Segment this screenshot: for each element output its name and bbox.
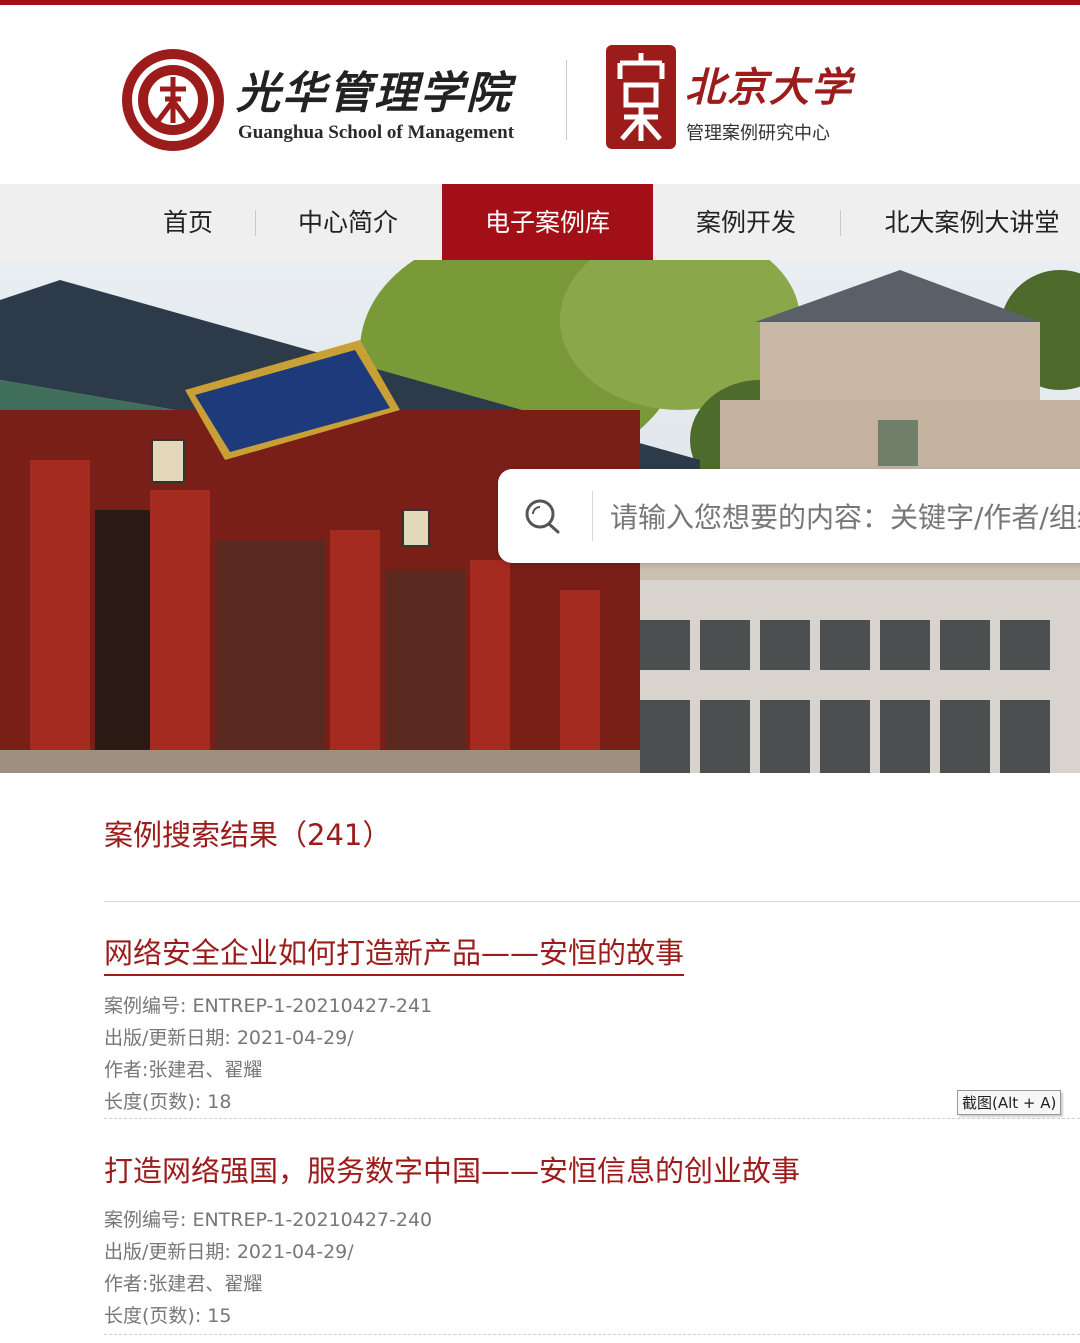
search-divider bbox=[592, 491, 593, 541]
result-title-link[interactable]: 打造网络强国，服务数字中国——安恒信息的创业故事 bbox=[104, 1148, 800, 1190]
main-nav: 首页 中心简介 电子案例库 案例开发 北大案例大讲堂 bbox=[0, 184, 1080, 260]
results-divider bbox=[104, 901, 1080, 902]
page-length: 长度(页数): 18 bbox=[104, 1091, 232, 1113]
result-item: 打造网络强国，服务数字中国——安恒信息的创业故事 案例编号: ENTREP-1-… bbox=[104, 1148, 1080, 1332]
page-length: 长度(页数): 15 bbox=[104, 1305, 232, 1327]
school-name-en: Guanghua School of Management bbox=[238, 122, 515, 143]
publish-date: 出版/更新日期: 2021-04-29/ bbox=[104, 1027, 354, 1049]
pku-name-cn: 北京大学 bbox=[685, 64, 853, 111]
site-header: 光华管理学院 Guanghua School of Management 北京大… bbox=[0, 5, 1080, 185]
center-name: 管理案例研究中心 bbox=[686, 123, 830, 144]
authors: 作者:张建君、翟耀 bbox=[104, 1059, 263, 1081]
result-title-link[interactable]: 网络安全企业如何打造新产品——安恒的故事 bbox=[104, 930, 685, 976]
result-separator bbox=[104, 1118, 1080, 1119]
pku-seal-logo[interactable] bbox=[120, 47, 226, 153]
nav-item-case-library[interactable]: 电子案例库 bbox=[442, 184, 653, 260]
publish-date: 出版/更新日期: 2021-04-29/ bbox=[104, 1241, 354, 1263]
nav-item-case-development[interactable]: 案例开发 bbox=[668, 184, 824, 260]
nav-item-home[interactable]: 首页 bbox=[138, 184, 238, 260]
authors: 作者:张建君、翟耀 bbox=[104, 1273, 263, 1295]
case-number: 案例编号: ENTREP-1-20210427-241 bbox=[104, 995, 433, 1017]
case-number: 案例编号: ENTREP-1-20210427-240 bbox=[104, 1209, 433, 1231]
result-item: 网络安全企业如何打造新产品——安恒的故事 案例编号: ENTREP-1-2021… bbox=[104, 930, 1080, 1118]
screenshot-tooltip: 截图(Alt + A) bbox=[957, 1090, 1062, 1115]
school-name-cn: 光华管理学院 bbox=[236, 68, 512, 119]
case-seal-logo[interactable] bbox=[606, 45, 676, 149]
search-input[interactable] bbox=[608, 487, 1080, 547]
search-icon[interactable] bbox=[522, 496, 562, 536]
nav-separator bbox=[255, 210, 256, 236]
header-divider bbox=[566, 60, 567, 140]
nav-item-about[interactable]: 中心简介 bbox=[272, 184, 424, 260]
result-separator bbox=[104, 1334, 1080, 1335]
results-heading: 案例搜索结果（241） bbox=[104, 818, 392, 852]
nav-separator bbox=[840, 210, 841, 236]
search-box[interactable] bbox=[498, 469, 1080, 563]
nav-item-lecture[interactable]: 北大案例大讲堂 bbox=[872, 184, 1072, 260]
